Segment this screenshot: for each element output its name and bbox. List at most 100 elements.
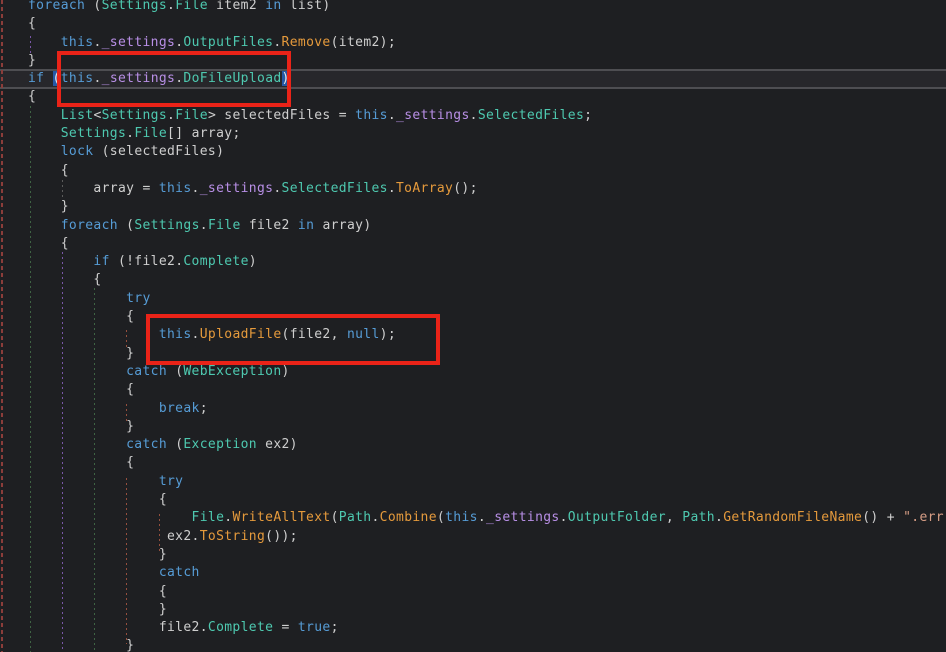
code-line[interactable]: lock (selectedFiles): [0, 143, 946, 161]
code-line[interactable]: try: [0, 473, 946, 491]
code-line[interactable]: }: [0, 52, 946, 70]
code-token: {: [28, 16, 36, 31]
code-token: (: [118, 218, 134, 233]
code-line[interactable]: {: [0, 162, 946, 180]
code-token: _settings: [396, 108, 470, 123]
code-line[interactable]: catch (Exception ex2): [0, 436, 946, 454]
code-token: SelectedFiles: [282, 181, 388, 196]
code-line[interactable]: {: [0, 583, 946, 601]
code-line[interactable]: Settings.File[] array;: [0, 125, 946, 143]
code-token: (file2,: [282, 327, 347, 342]
code-token: (: [331, 510, 339, 525]
code-token: try: [159, 474, 184, 489]
code-token: .: [715, 510, 723, 525]
code-token: this: [159, 181, 192, 196]
code-token: OutputFolder: [568, 510, 666, 525]
code-token: {: [28, 272, 102, 287]
code-line[interactable]: }: [0, 418, 946, 436]
code-line[interactable]: if (this._settings.DoFileUpload): [0, 70, 946, 88]
code-token: File: [134, 126, 167, 141]
code-token: (!file2.: [110, 254, 184, 269]
code-token: List: [61, 108, 94, 123]
code-token: [28, 565, 159, 580]
code-token: [28, 108, 61, 123]
code-line[interactable]: }: [0, 601, 946, 619]
code-token: <: [93, 108, 101, 123]
code-token: }: [28, 602, 167, 617]
code-token: Path: [682, 510, 715, 525]
code-line[interactable]: File.WriteAllText(Path.Combine(this._set…: [0, 509, 946, 527]
code-line[interactable]: foreach (Settings.File item2 in list): [0, 0, 946, 15]
code-token: .: [93, 71, 101, 86]
code-line[interactable]: {: [0, 454, 946, 472]
code-token: foreach: [61, 218, 118, 233]
code-line[interactable]: {: [0, 271, 946, 289]
code-editor[interactable]: foreach (Settings.File item2 in list){ t…: [0, 0, 946, 652]
code-token: ;: [200, 401, 208, 416]
code-token: ex2.: [28, 529, 200, 544]
code-token: WebException: [183, 364, 281, 379]
code-token: .: [192, 327, 200, 342]
code-token: =: [273, 620, 298, 635]
code-line[interactable]: foreach (Settings.File file2 in array): [0, 217, 946, 235]
code-line[interactable]: try: [0, 290, 946, 308]
code-line[interactable]: if (!file2.Complete): [0, 253, 946, 271]
code-line[interactable]: {: [0, 15, 946, 33]
code-token: Settings: [61, 126, 126, 141]
code-token: }: [28, 53, 36, 68]
code-token: ): [249, 254, 257, 269]
code-token: this: [445, 510, 478, 525]
code-token: }: [28, 346, 134, 361]
code-token: break: [159, 401, 200, 416]
code-token: .: [273, 35, 281, 50]
code-token: }: [28, 638, 134, 652]
code-line[interactable]: }: [0, 198, 946, 216]
code-line[interactable]: }: [0, 637, 946, 652]
code-token: catch: [159, 565, 200, 580]
code-line[interactable]: this._settings.OutputFiles.Remove(item2)…: [0, 34, 946, 52]
code-token: (item2);: [331, 35, 396, 50]
code-token: }: [28, 199, 69, 214]
code-token: Complete: [183, 254, 248, 269]
code-line[interactable]: {: [0, 308, 946, 326]
code-line[interactable]: {: [0, 88, 946, 106]
code-line[interactable]: }: [0, 546, 946, 564]
code-token: }: [28, 419, 134, 434]
code-line[interactable]: file2.Complete = true;: [0, 619, 946, 637]
code-line[interactable]: break;: [0, 400, 946, 418]
code-token: if: [28, 71, 44, 86]
code-token: _settings: [102, 71, 176, 86]
code-line[interactable]: this.UploadFile(file2, null);: [0, 326, 946, 344]
code-token: array =: [28, 181, 159, 196]
code-token: File: [175, 108, 208, 123]
code-token: [28, 510, 192, 525]
code-line[interactable]: {: [0, 381, 946, 399]
code-line[interactable]: ex2.ToString());: [0, 528, 946, 546]
code-line[interactable]: {: [0, 235, 946, 253]
code-line[interactable]: }: [0, 345, 946, 363]
code-token: ToString: [200, 529, 265, 544]
code-line[interactable]: {: [0, 491, 946, 509]
code-line[interactable]: catch: [0, 564, 946, 582]
code-area[interactable]: foreach (Settings.File item2 in list){ t…: [0, 0, 946, 652]
code-token: {: [28, 236, 69, 251]
code-token: OutputFiles: [183, 35, 273, 50]
code-token: Combine: [380, 510, 437, 525]
code-token: ToArray: [396, 181, 453, 196]
code-token: file2.: [28, 620, 208, 635]
code-token: Settings: [134, 218, 199, 233]
code-token: null: [347, 327, 380, 342]
code-token: [28, 218, 61, 233]
code-token: (: [437, 510, 445, 525]
code-token: () +: [862, 510, 903, 525]
code-token: {: [28, 382, 134, 397]
code-token: ,: [666, 510, 682, 525]
code-token: if: [93, 254, 109, 269]
code-token: in: [265, 0, 281, 13]
code-line[interactable]: catch (WebException): [0, 363, 946, 381]
code-line[interactable]: List<Settings.File> selectedFiles = this…: [0, 107, 946, 125]
code-token: in: [298, 218, 314, 233]
code-line[interactable]: array = this._settings.SelectedFiles.ToA…: [0, 180, 946, 198]
code-token: this: [159, 327, 192, 342]
code-token: (: [167, 437, 183, 452]
